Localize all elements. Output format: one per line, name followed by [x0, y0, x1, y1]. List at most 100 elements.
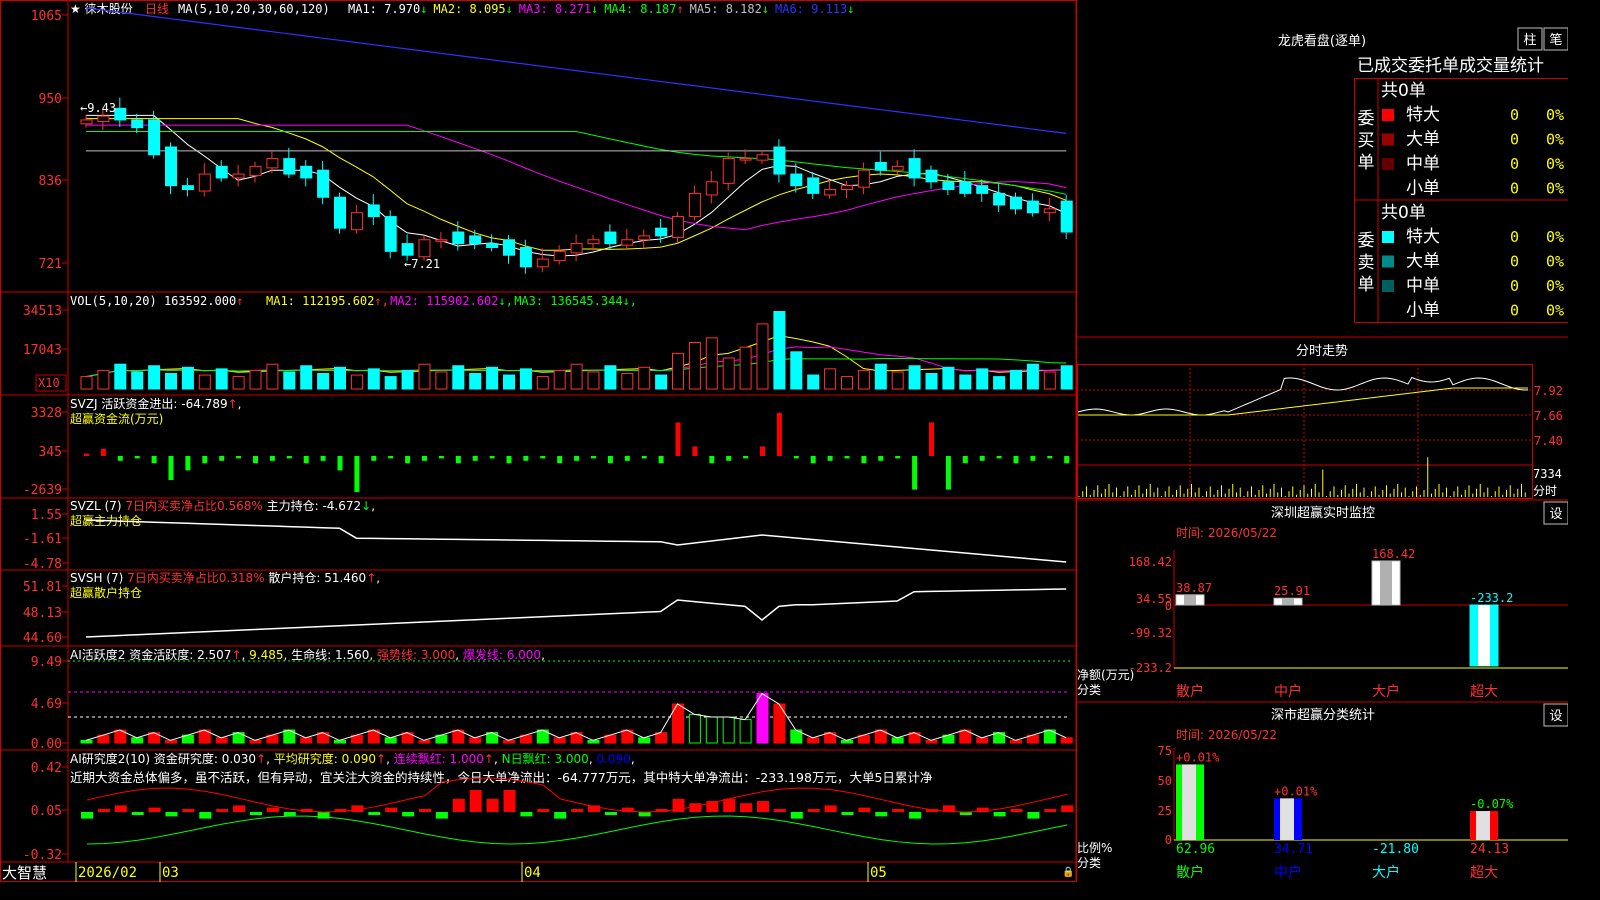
- longhu-row-value: 0: [1510, 131, 1519, 149]
- candle-body: [334, 196, 346, 229]
- svzj-axis: 3328 345 -2639: [23, 406, 68, 498]
- szm-y-label: 0: [1165, 599, 1172, 613]
- szm-bar-shade: [1380, 561, 1392, 605]
- volume-bar: [367, 368, 380, 390]
- sz-monitor-panel[interactable]: 深圳超赢实时监控 设 时间: 2026/05/22 168.4234.550-9…: [1077, 501, 1569, 700]
- fund-flow-bar: [624, 456, 630, 461]
- volume-bar: [807, 374, 820, 390]
- candle-body: [790, 173, 803, 187]
- volume-bar: [790, 351, 803, 390]
- research-bar: [571, 809, 584, 812]
- longhu-color-swatch: [1382, 182, 1394, 195]
- longhu-row-pct: 0%: [1546, 131, 1564, 149]
- volume-bar: [435, 371, 448, 390]
- szc-y-label: 25: [1158, 804, 1172, 818]
- candle-body: [418, 239, 431, 258]
- ai-research-panel[interactable]: AI研究度2(10) 资金研究度: 0.030↑, 平均研究度: 0.090↑,…: [23, 751, 1074, 863]
- svzj-title: SVZJ 活跃资金进出: -64.789↑,: [70, 396, 242, 411]
- date-label: 04: [524, 865, 541, 881]
- price-panel[interactable]: ★ 徕木股份 日线 MA(5,10,20,30,60,120) MA1: 7.9…: [31, 2, 1073, 274]
- fund-flow-bar: [574, 456, 580, 461]
- szc-bar-bottom: 62.96: [1176, 842, 1215, 857]
- volume-bar: [350, 374, 363, 390]
- szm-bar-shade: [1184, 594, 1196, 605]
- research-bar: [537, 809, 550, 812]
- ai-research-title: AI研究度2(10) 资金研究度: 0.030↑, 平均研究度: 0.090↑,…: [70, 751, 635, 766]
- volume-bar: [1010, 369, 1022, 390]
- activity-bar: [1010, 739, 1022, 744]
- y-tick-label: 44.60: [23, 631, 62, 646]
- activity-bar: [655, 732, 668, 744]
- ma-legend-prefix: MA(5,10,20,30,60,120): [178, 2, 330, 16]
- szm-category: 中户: [1274, 683, 1302, 700]
- longhu-side-label: 委买单: [1358, 109, 1375, 173]
- intraday-volume: [1078, 457, 1526, 497]
- activity-bar: [165, 739, 177, 744]
- fund-flow-bar: [151, 456, 157, 464]
- intraday-panel[interactable]: 分时走势 7.92 7.66 7.40 7334 分时: [1077, 343, 1563, 499]
- volume-bar: [452, 365, 465, 390]
- fund-flow-bar: [591, 456, 596, 459]
- szc-bar-bottom: 24.13: [1470, 842, 1509, 857]
- vol-panel[interactable]: VOL(5,10,20) 163592.000↑ MA1: 112195.602…: [23, 294, 1073, 392]
- y-tick-label: 3328: [31, 406, 62, 421]
- svzj-panel[interactable]: SVZJ 活跃资金进出: -64.789↑, 超赢资金流(万元) 3328 345…: [23, 396, 1070, 498]
- candle-body: [570, 243, 583, 254]
- fund-flow-bar: [641, 456, 647, 459]
- candle-body: [553, 250, 566, 262]
- fund-flow-bar: [996, 456, 1002, 459]
- ai-active-panel[interactable]: AI活跃度2 资金活跃度: 2.507↑, 9.485, 生命线: 1.560,…: [31, 647, 1073, 752]
- lock-icon[interactable]: 🔒: [1062, 866, 1074, 878]
- candle-body: [942, 181, 955, 191]
- candle-body: [266, 158, 279, 169]
- vol-legend-item: MA2: 115902.602↓,: [390, 294, 513, 308]
- candle-body: [401, 243, 414, 256]
- activity-bar: [418, 739, 431, 744]
- research-bar: [807, 809, 820, 812]
- fund-flow-bar: [844, 456, 850, 459]
- candle-body: [519, 246, 532, 268]
- fund-flow-bar: [337, 456, 343, 471]
- candle-body: [1060, 200, 1073, 233]
- candle-body: [350, 212, 363, 231]
- activity-bar: [841, 739, 853, 744]
- svsh-panel[interactable]: SVSH (7) 7日内买卖净占比0.318% 散户持仓: 51.460↑, 超…: [23, 570, 1067, 646]
- activity-bar: [688, 713, 701, 744]
- szc-y-label: 0: [1165, 833, 1172, 847]
- sz-class-unit: 比例%: [1077, 841, 1112, 855]
- volume-bar: [165, 373, 177, 390]
- szm-bar-label: 38.87: [1176, 581, 1212, 595]
- longhu-color-swatch: [1382, 109, 1394, 121]
- fund-flow-bar: [929, 422, 934, 456]
- fund-flow-bar: [388, 456, 394, 459]
- candle-body: [824, 189, 837, 196]
- szc-bar-bottom: 34.71: [1274, 842, 1313, 857]
- date-axis[interactable]: 2026/02 03 04 05: [75, 862, 887, 882]
- longhu-panel[interactable]: 龙虎看盘(逐单) 柱 笔 已成交委托单成交量统计 委买单共0单特大 0 0%大单 0 0…: [1278, 27, 1569, 323]
- szm-category: 大户: [1372, 683, 1400, 700]
- candle-body: [1043, 208, 1056, 214]
- svzl-panel[interactable]: SVZL (7) 7日内买卖净占比0.568% 主力持仓: -4.672↓, 超…: [23, 498, 1067, 572]
- intraday-grid: [1077, 364, 1533, 499]
- volume-bar: [587, 371, 600, 390]
- volume-bar: [638, 366, 651, 390]
- volume-bar: [317, 373, 330, 390]
- stroke-button-label: 笔: [1549, 32, 1562, 48]
- research-bar: [250, 812, 262, 815]
- sz-class-panel[interactable]: 深市超赢分类统计 设 时间: 2026/05/22 75 50 25 0 +0.01% 6…: [1077, 703, 1569, 881]
- volume-bar: [672, 352, 684, 390]
- sz-monitor-title: 深圳超赢实时监控: [1271, 505, 1375, 521]
- ma-legend: MA1: 7.970↓ MA2: 8.095↓ MA3: 8.271↓ MA4: 8.…: [348, 2, 854, 16]
- period-label: 日线: [145, 2, 169, 16]
- sz-monitor-unit: 净额(万元): [1077, 668, 1134, 682]
- fund-flow-bar: [895, 456, 901, 459]
- fund-flow-bar: [540, 456, 546, 459]
- longhu-tabs[interactable]: 已成交委托单成交量统计: [1357, 56, 1544, 76]
- fund-flow-bar: [827, 456, 833, 461]
- research-bar: [909, 812, 922, 819]
- ma-legend-item: MA2: 8.095↓: [433, 2, 512, 16]
- y-tick-label: -0.32: [23, 848, 62, 863]
- fund-flow-bar: [472, 456, 478, 461]
- fund-flow-bar: [84, 453, 89, 456]
- volume-bar: [655, 374, 668, 390]
